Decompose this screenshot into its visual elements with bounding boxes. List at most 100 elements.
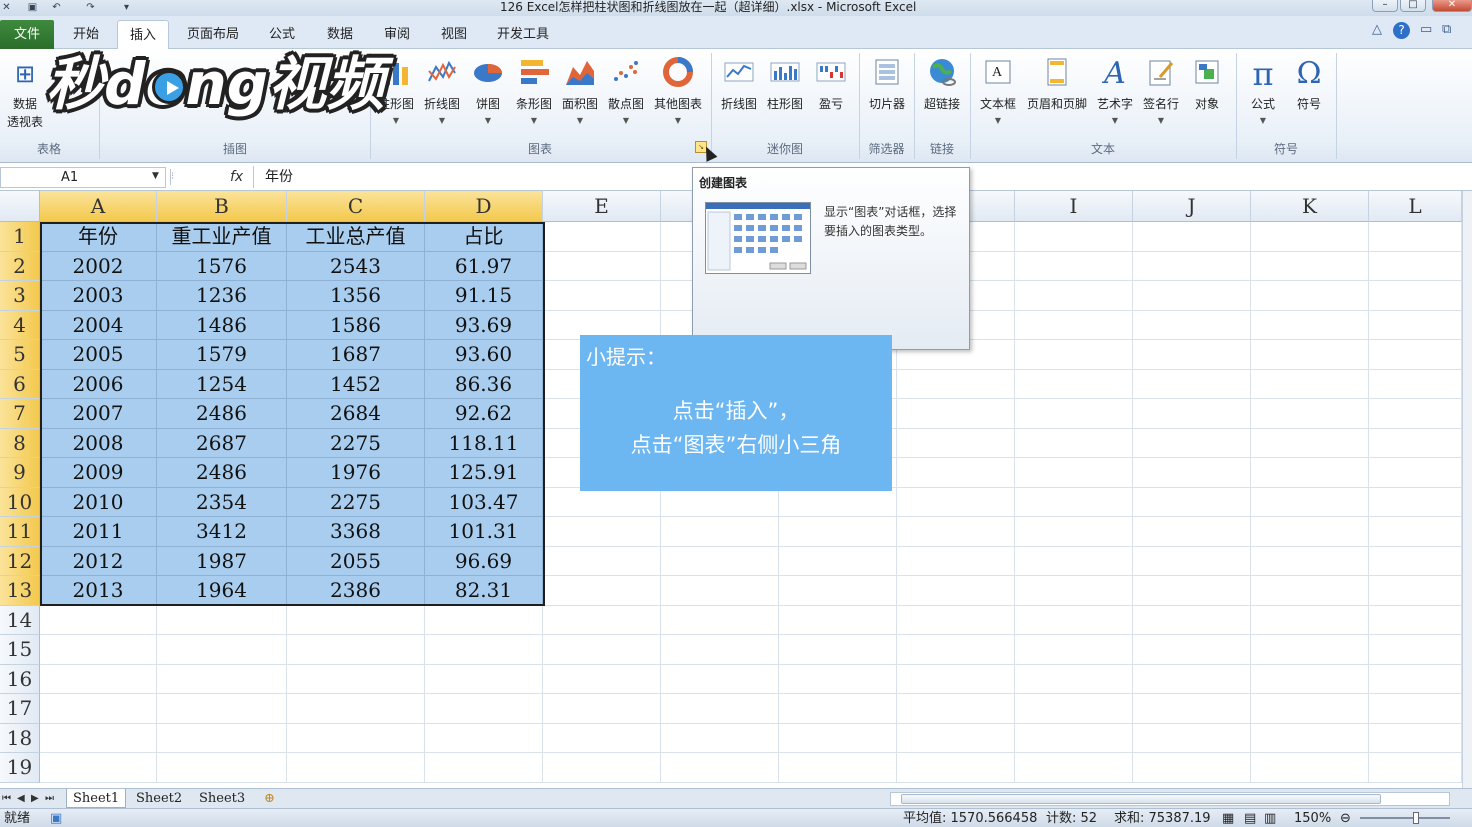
insert-function-icon[interactable]: fx — [230, 165, 243, 189]
redo-icon[interactable]: ↷ — [84, 1, 97, 14]
cell-b14[interactable] — [157, 605, 287, 635]
column-header-l[interactable]: L — [1369, 191, 1462, 222]
area-chart-button[interactable]: 面积图 ▼ — [557, 54, 603, 129]
cell-l19[interactable] — [1369, 753, 1462, 783]
cell-k10[interactable] — [1251, 487, 1369, 517]
column-header-b[interactable]: B — [157, 191, 287, 222]
name-box-dropdown-icon[interactable]: ▼ — [152, 167, 159, 186]
cell-d9[interactable]: 125.91 — [425, 458, 543, 488]
cell-b16[interactable] — [157, 664, 287, 694]
cell-a2[interactable]: 2002 — [40, 251, 157, 281]
cell-g13[interactable] — [779, 576, 897, 606]
cell-d17[interactable] — [425, 694, 543, 724]
cell-g17[interactable] — [779, 694, 897, 724]
cell-f14[interactable] — [661, 605, 779, 635]
cell-i19[interactable] — [1015, 753, 1133, 783]
cell-e13[interactable] — [543, 576, 661, 606]
cell-b1[interactable]: 重工业产值 — [157, 222, 287, 252]
row-header-16[interactable]: 16 — [0, 664, 40, 694]
cell-i9[interactable] — [1015, 458, 1133, 488]
hyperlink-button[interactable]: 超链接 — [919, 54, 965, 129]
cell-i2[interactable] — [1015, 251, 1133, 281]
cell-h19[interactable] — [897, 753, 1015, 783]
prev-sheet-icon[interactable]: ◀ — [17, 791, 25, 807]
sheet-tab-sheet2[interactable]: Sheet2 — [130, 789, 188, 808]
cell-j19[interactable] — [1133, 753, 1251, 783]
first-sheet-icon[interactable]: ⏮ — [2, 791, 11, 807]
cell-f11[interactable] — [661, 517, 779, 547]
cell-c10[interactable]: 2275 — [287, 487, 425, 517]
cell-g18[interactable] — [779, 723, 897, 753]
cell-d11[interactable]: 101.31 — [425, 517, 543, 547]
cell-h15[interactable] — [897, 635, 1015, 665]
row-header-12[interactable]: 12 — [0, 546, 40, 576]
cell-g14[interactable] — [779, 605, 897, 635]
row-header-19[interactable]: 19 — [0, 753, 40, 783]
cell-k16[interactable] — [1251, 664, 1369, 694]
header-footer-button[interactable]: 页眉和页脚 — [1024, 54, 1090, 129]
cell-k9[interactable] — [1251, 458, 1369, 488]
cell-i16[interactable] — [1015, 664, 1133, 694]
cell-e11[interactable] — [543, 517, 661, 547]
cell-d3[interactable]: 91.15 — [425, 281, 543, 311]
cell-a19[interactable] — [40, 753, 157, 783]
next-sheet-icon[interactable]: ▶ — [31, 791, 39, 807]
cell-b4[interactable]: 1486 — [157, 310, 287, 340]
row-header-2[interactable]: 2 — [0, 251, 40, 281]
cell-k12[interactable] — [1251, 546, 1369, 576]
cell-c19[interactable] — [287, 753, 425, 783]
cell-d14[interactable] — [425, 605, 543, 635]
cell-a14[interactable] — [40, 605, 157, 635]
cell-h8[interactable] — [897, 428, 1015, 458]
undo-icon[interactable]: ↶ — [50, 1, 63, 14]
cell-h6[interactable] — [897, 369, 1015, 399]
horizontal-scrollbar[interactable] — [890, 792, 1450, 806]
cell-k8[interactable] — [1251, 428, 1369, 458]
column-header-j[interactable]: J — [1133, 191, 1251, 222]
cell-a9[interactable]: 2009 — [40, 458, 157, 488]
cell-a17[interactable] — [40, 694, 157, 724]
row-header-10[interactable]: 10 — [0, 487, 40, 517]
last-sheet-icon[interactable]: ⏭ — [45, 791, 54, 807]
cell-j12[interactable] — [1133, 546, 1251, 576]
column-header-c[interactable]: C — [287, 191, 425, 222]
cell-h10[interactable] — [897, 487, 1015, 517]
tab-home[interactable]: 开始 — [62, 20, 110, 49]
minimize-button[interactable]: – — [1372, 0, 1398, 12]
zoom-level[interactable]: 150% — [1294, 810, 1331, 827]
cell-c4[interactable]: 1586 — [287, 310, 425, 340]
close-button[interactable]: ✕ — [1432, 0, 1472, 12]
cell-d13[interactable]: 82.31 — [425, 576, 543, 606]
cell-j7[interactable] — [1133, 399, 1251, 429]
cell-h12[interactable] — [897, 546, 1015, 576]
cell-a15[interactable] — [40, 635, 157, 665]
cell-j15[interactable] — [1133, 635, 1251, 665]
cell-c3[interactable]: 1356 — [287, 281, 425, 311]
cell-l15[interactable] — [1369, 635, 1462, 665]
cell-k19[interactable] — [1251, 753, 1369, 783]
column-header-e[interactable]: E — [543, 191, 661, 222]
cell-j4[interactable] — [1133, 310, 1251, 340]
cell-i18[interactable] — [1015, 723, 1133, 753]
cell-a8[interactable]: 2008 — [40, 428, 157, 458]
cell-d1[interactable]: 占比 — [425, 222, 543, 252]
cell-e1[interactable] — [543, 222, 661, 252]
cell-c6[interactable]: 1452 — [287, 369, 425, 399]
cell-l5[interactable] — [1369, 340, 1462, 370]
cell-b3[interactable]: 1236 — [157, 281, 287, 311]
page-break-view-icon[interactable]: ▥ — [1264, 810, 1276, 827]
cell-e16[interactable] — [543, 664, 661, 694]
cell-g10[interactable] — [779, 487, 897, 517]
page-layout-view-icon[interactable]: ▤ — [1244, 810, 1256, 827]
cell-f17[interactable] — [661, 694, 779, 724]
workbook-minimize-icon[interactable]: ▭ — [1420, 22, 1432, 37]
formula-input[interactable]: 年份 — [265, 166, 293, 188]
cell-b15[interactable] — [157, 635, 287, 665]
cell-f10[interactable] — [661, 487, 779, 517]
cell-j14[interactable] — [1133, 605, 1251, 635]
zoom-slider[interactable] — [1360, 817, 1450, 819]
cell-c17[interactable] — [287, 694, 425, 724]
cell-d8[interactable]: 118.11 — [425, 428, 543, 458]
pie-chart-button[interactable]: 饼图 ▼ — [465, 54, 511, 129]
tab-review[interactable]: 审阅 — [373, 20, 421, 49]
